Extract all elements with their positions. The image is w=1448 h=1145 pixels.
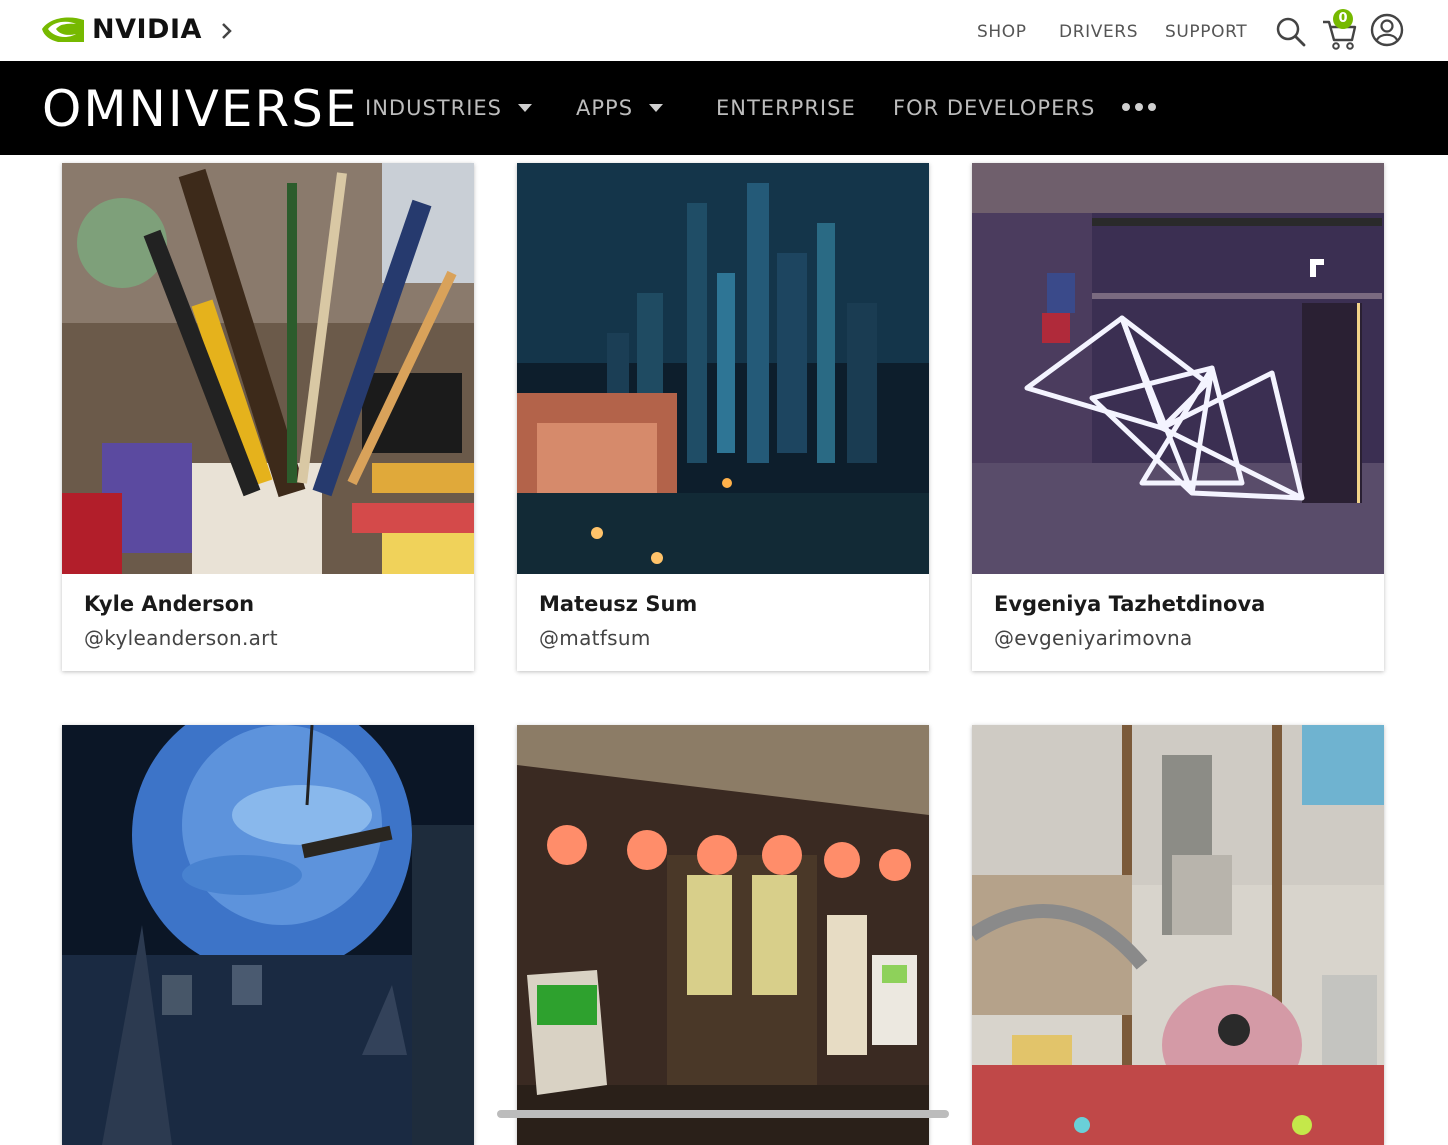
gallery-card[interactable] bbox=[517, 725, 929, 1145]
gallery-card[interactable]: Evgeniya Tazhetdinova @evgeniyarimovna bbox=[972, 163, 1384, 671]
artist-name[interactable]: Kyle Anderson bbox=[84, 592, 254, 616]
artwork-image-neon-sculpture[interactable] bbox=[972, 163, 1384, 574]
cart-count-badge: 0 bbox=[1333, 9, 1353, 29]
gallery-card[interactable]: Kyle Anderson @kyleanderson.art bbox=[62, 163, 474, 671]
artist-name[interactable]: Mateusz Sum bbox=[539, 592, 697, 616]
caret-down-icon bbox=[649, 104, 664, 112]
artist-handle[interactable]: @kyleanderson.art bbox=[84, 626, 278, 650]
scroll-indicator[interactable] bbox=[497, 1110, 949, 1118]
brand-wordmark: NVIDIA bbox=[92, 13, 202, 45]
artist-handle[interactable]: @evgeniyarimovna bbox=[994, 626, 1193, 650]
card-info: Kyle Anderson @kyleanderson.art bbox=[62, 574, 474, 671]
artist-name[interactable]: Evgeniya Tazhetdinova bbox=[994, 592, 1265, 616]
omniverse-title[interactable]: OMNIVERSE bbox=[42, 81, 359, 137]
artwork-image-robot-workshop[interactable] bbox=[972, 725, 1384, 1145]
nav-drivers[interactable]: DRIVERS bbox=[1059, 22, 1138, 42]
card-info: Evgeniya Tazhetdinova @evgeniyarimovna bbox=[972, 574, 1384, 671]
gallery-card[interactable] bbox=[62, 725, 474, 1145]
search-icon[interactable] bbox=[1273, 14, 1309, 50]
artwork-image-storefront[interactable] bbox=[517, 725, 929, 1145]
nav-shop[interactable]: SHOP bbox=[977, 22, 1027, 42]
nav-apps-label: APPS bbox=[576, 96, 634, 120]
nav-support[interactable]: SUPPORT bbox=[1165, 22, 1247, 42]
global-header: NVIDIA SHOP DRIVERS SUPPORT 0 bbox=[0, 0, 1448, 61]
nav-enterprise[interactable]: ENTERPRISE bbox=[716, 96, 856, 120]
nav-apps[interactable]: APPS bbox=[576, 96, 664, 120]
artwork-image-art-supplies[interactable] bbox=[62, 163, 474, 574]
gallery-card[interactable]: Mateusz Sum @matfsum bbox=[517, 163, 929, 671]
card-info: Mateusz Sum @matfsum bbox=[517, 574, 929, 671]
nvidia-logo-icon bbox=[42, 17, 84, 42]
nvidia-logo[interactable]: NVIDIA bbox=[40, 12, 202, 46]
more-dots-icon[interactable] bbox=[1122, 103, 1156, 111]
artist-handle[interactable]: @matfsum bbox=[539, 626, 651, 650]
chevron-right-icon[interactable] bbox=[218, 18, 236, 44]
nav-for-developers-label: FOR DEVELOPERS bbox=[893, 96, 1096, 120]
nav-industries-label: INDUSTRIES bbox=[365, 96, 502, 120]
omniverse-nav-bar: OMNIVERSE INDUSTRIES APPS ENTERPRISE FOR… bbox=[0, 61, 1448, 155]
nav-for-developers[interactable]: FOR DEVELOPERS bbox=[893, 96, 1095, 120]
artwork-image-blue-moon[interactable] bbox=[62, 725, 474, 1145]
caret-down-icon bbox=[517, 104, 532, 112]
nav-enterprise-label: ENTERPRISE bbox=[716, 96, 856, 120]
cart-button[interactable]: 0 bbox=[1320, 8, 1360, 52]
account-icon[interactable] bbox=[1370, 13, 1404, 47]
gallery-card[interactable] bbox=[972, 725, 1384, 1145]
nav-industries[interactable]: INDUSTRIES bbox=[365, 96, 532, 120]
artwork-image-toy-castle[interactable] bbox=[517, 163, 929, 574]
